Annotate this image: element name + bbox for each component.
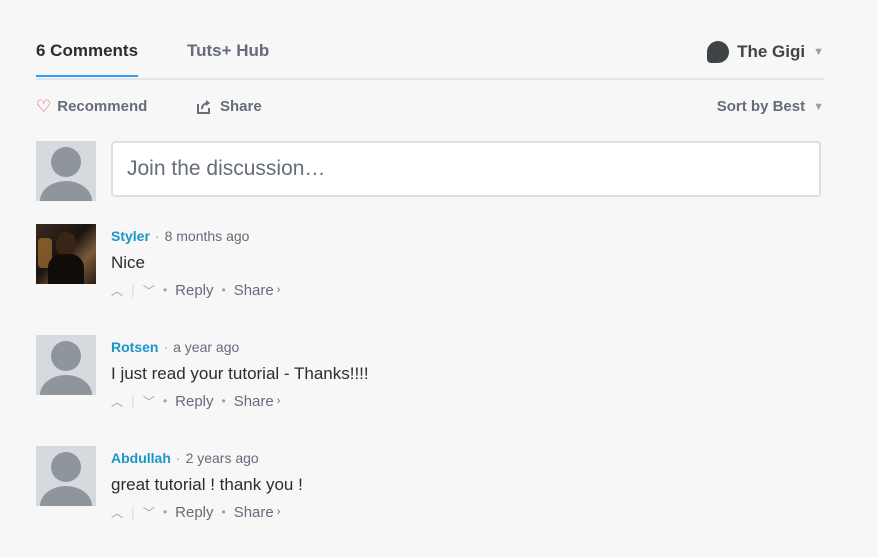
comment-input[interactable]: Join the discussion… <box>111 141 821 197</box>
share-link[interactable]: Share <box>234 282 274 299</box>
comment-meta: Rotsen · a year ago <box>111 339 240 355</box>
chevron-down-icon: ▼ <box>813 46 824 58</box>
recommend-label: Recommend <box>57 98 148 115</box>
comment-item: Abdullah · 2 years ago great tutorial ! th… <box>36 446 824 557</box>
comment-meta: Abdullah · 2 years ago <box>111 450 259 466</box>
comment-item: Rotsen · a year ago I just read your tutor… <box>36 335 824 446</box>
share-link[interactable]: Share <box>234 504 274 521</box>
comment-time[interactable]: 8 months ago <box>165 228 250 244</box>
comment-author[interactable]: Abdullah <box>111 450 171 466</box>
reply-button[interactable]: Reply <box>175 393 213 410</box>
comment-author[interactable]: Styler <box>111 228 150 244</box>
reply-button[interactable]: Reply <box>175 504 213 521</box>
user-avatar-icon <box>707 41 730 63</box>
comment-actions: ︿ | ﹀ • Reply • Share › <box>111 392 281 410</box>
share-label: Share <box>220 98 262 115</box>
user-menu[interactable]: The Gigi ▼ <box>707 41 824 63</box>
reply-button[interactable]: Reply <box>175 282 213 299</box>
avatar <box>36 141 96 201</box>
thread-tabs: 6 Comments Tuts+ Hub The Gigi ▼ <box>36 0 824 80</box>
comment-actions: ︿ | ﹀ • Reply • Share › <box>111 503 281 521</box>
comment-author[interactable]: Rotsen <box>111 339 158 355</box>
tab-comments[interactable]: 6 Comments <box>36 41 139 77</box>
chevron-right-icon: › <box>276 395 281 407</box>
comment-text: Nice <box>111 253 146 272</box>
share-link[interactable]: Share <box>234 393 274 410</box>
downvote-icon[interactable]: ﹀ <box>143 393 155 410</box>
share-icon <box>197 99 210 114</box>
chevron-right-icon: › <box>276 506 281 518</box>
comment-item: Styler · 8 months ago Nice ︿ | ﹀ • Reply •… <box>36 224 824 335</box>
sort-label: Sort by Best <box>716 98 806 115</box>
comment-actions: ︿ | ﹀ • Reply • Share › <box>111 281 281 299</box>
thread-toolbar: ♡ Recommend Share Sort by Best ▼ <box>36 80 824 136</box>
user-name: The Gigi <box>737 42 806 61</box>
downvote-icon[interactable]: ﹀ <box>143 282 155 299</box>
sort-dropdown[interactable]: Sort by Best ▼ <box>717 98 824 115</box>
comment-text: great tutorial ! thank you ! <box>111 475 303 494</box>
avatar[interactable] <box>36 224 96 284</box>
downvote-icon[interactable]: ﹀ <box>143 504 155 521</box>
comment-composer: Join the discussion… <box>36 136 824 224</box>
disqus-thread: 6 Comments Tuts+ Hub The Gigi ▼ ♡ Recomm… <box>36 0 824 557</box>
comment-time[interactable]: 2 years ago <box>186 450 259 466</box>
avatar[interactable] <box>36 335 96 395</box>
upvote-icon[interactable]: ︿ <box>111 393 123 410</box>
comment-time[interactable]: a year ago <box>173 339 239 355</box>
heart-icon: ♡ <box>36 97 52 116</box>
avatar[interactable] <box>36 446 96 506</box>
upvote-icon[interactable]: ︿ <box>111 282 123 299</box>
upvote-icon[interactable]: ︿ <box>111 504 123 521</box>
comment-text: I just read your tutorial - Thanks!!!! <box>111 364 369 383</box>
recommend-button[interactable]: ♡ Recommend <box>36 98 147 115</box>
chevron-right-icon: › <box>276 284 281 296</box>
share-button[interactable]: Share <box>196 98 262 115</box>
tab-community[interactable]: Tuts+ Hub <box>187 41 269 61</box>
chevron-down-icon: ▼ <box>813 100 824 113</box>
comment-meta: Styler · 8 months ago <box>111 228 250 244</box>
